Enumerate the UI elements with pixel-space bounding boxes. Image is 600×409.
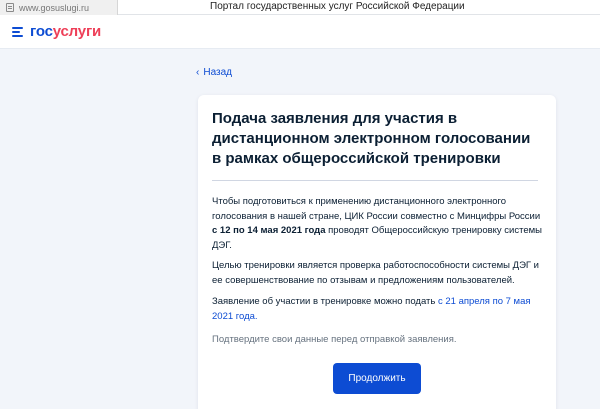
page-icon [6,3,14,12]
logo-part-gos: гос [30,23,53,40]
site-header: госуслуги [0,15,600,49]
url-field[interactable]: www.gosuslugi.ru [0,0,118,15]
training-dates: с 12 по 14 мая 2021 года [212,225,326,236]
portal-title: Портал государственных услуг Российской … [210,1,465,12]
card-title: Подача заявления для участия в дистанцио… [212,110,531,167]
logo-part-uslugi: услуги [52,23,102,40]
intro-text-start: Чтобы подготовиться к применению дистанц… [212,196,541,222]
chevron-left-icon: ‹ [196,67,200,78]
browser-address-bar: www.gosuslugi.ru Портал государственных … [0,0,600,15]
intro-paragraph: Чтобы подготовиться к применению дистанц… [212,195,542,253]
period-text: Заявление об участии в тренировке можно … [212,296,438,307]
application-card: Подача заявления для участия в дистанцио… [198,95,556,409]
gosuslugi-logo[interactable]: госуслуги [30,23,101,40]
goal-paragraph: Целью тренировки является проверка работ… [212,260,539,286]
continue-button[interactable]: Продолжить [333,363,421,394]
hamburger-menu-icon[interactable] [12,27,23,37]
application-period-paragraph: Заявление об участии в тренировке можно … [212,295,542,324]
back-link[interactable]: ‹ Назад [196,67,232,78]
confirm-hint: Подтвердите свои данные перед отправкой … [212,334,457,345]
back-link-label: Назад [203,67,232,78]
divider [212,180,538,181]
url-text: www.gosuslugi.ru [19,2,90,13]
